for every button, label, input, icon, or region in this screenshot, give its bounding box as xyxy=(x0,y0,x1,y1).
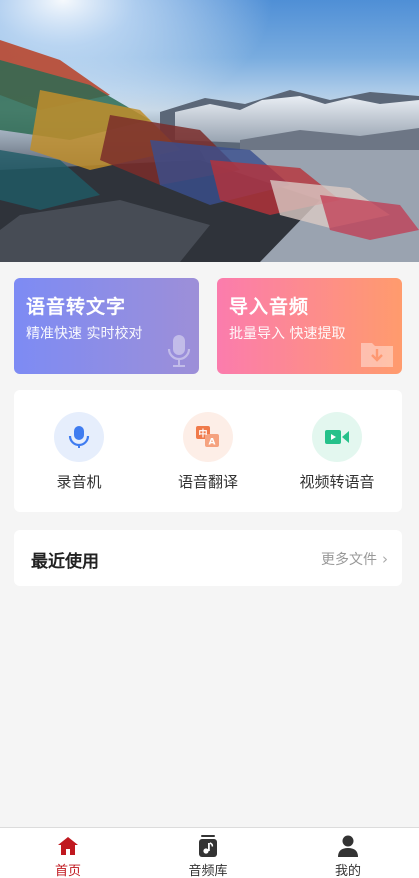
video-icon-circle xyxy=(312,412,362,462)
tab-audio-library-label: 音频库 xyxy=(188,864,228,878)
tab-home-label: 首页 xyxy=(54,864,81,878)
chevron-right-icon: › xyxy=(382,550,388,568)
svg-text:A: A xyxy=(209,438,216,448)
video-to-audio-tool[interactable]: 视频转语音 xyxy=(277,412,397,492)
video-to-audio-label: 视频转语音 xyxy=(299,473,375,491)
voice-translate-tool[interactable]: 中 A 语音翻译 xyxy=(148,412,268,492)
microphone-icon xyxy=(167,335,191,367)
recent-title: 最近使用 xyxy=(31,552,99,572)
import-audio-card[interactable]: 导入音频 批量导入 快速提取 xyxy=(217,278,402,374)
tab-mine-label: 我的 xyxy=(334,864,361,878)
music-library-icon xyxy=(199,835,217,857)
recorder-tool[interactable]: 录音机 xyxy=(19,412,139,492)
tab-mine[interactable]: 我的 xyxy=(308,834,388,878)
more-files-label: 更多文件 xyxy=(321,552,377,568)
voice-to-text-card[interactable]: 语音转文字 精准快速 实时校对 xyxy=(14,278,199,374)
svg-text:中: 中 xyxy=(198,428,207,440)
tab-audio-library[interactable]: 音频库 xyxy=(168,834,248,878)
more-files-link[interactable]: 更多文件 › xyxy=(321,549,388,569)
recorder-label: 录音机 xyxy=(56,473,102,491)
video-camera-icon xyxy=(325,430,349,444)
recent-section: 最近使用 更多文件 › xyxy=(14,530,402,586)
microphone-icon xyxy=(68,426,90,448)
home-icon xyxy=(58,837,78,855)
voice-to-text-title: 语音转文字 xyxy=(26,296,127,318)
folder-download-icon xyxy=(361,343,393,367)
translate-icon-circle: 中 A xyxy=(183,412,233,462)
tools-panel: 录音机 中 A 语音翻译 视频转语音 xyxy=(14,390,402,512)
import-audio-subtitle: 批量导入 快速提取 xyxy=(229,326,346,342)
voice-to-text-subtitle: 精准快速 实时校对 xyxy=(26,326,143,342)
bottom-tab-bar: 首页 音频库 我的 xyxy=(0,827,419,878)
recorder-icon-circle xyxy=(54,412,104,462)
hero-banner xyxy=(0,0,419,262)
tab-home[interactable]: 首页 xyxy=(28,834,108,878)
user-icon xyxy=(338,835,358,857)
translate-icon: 中 A xyxy=(196,426,219,448)
import-audio-title: 导入音频 xyxy=(229,296,310,318)
hero-image xyxy=(0,0,419,262)
voice-translate-label: 语音翻译 xyxy=(177,473,238,491)
